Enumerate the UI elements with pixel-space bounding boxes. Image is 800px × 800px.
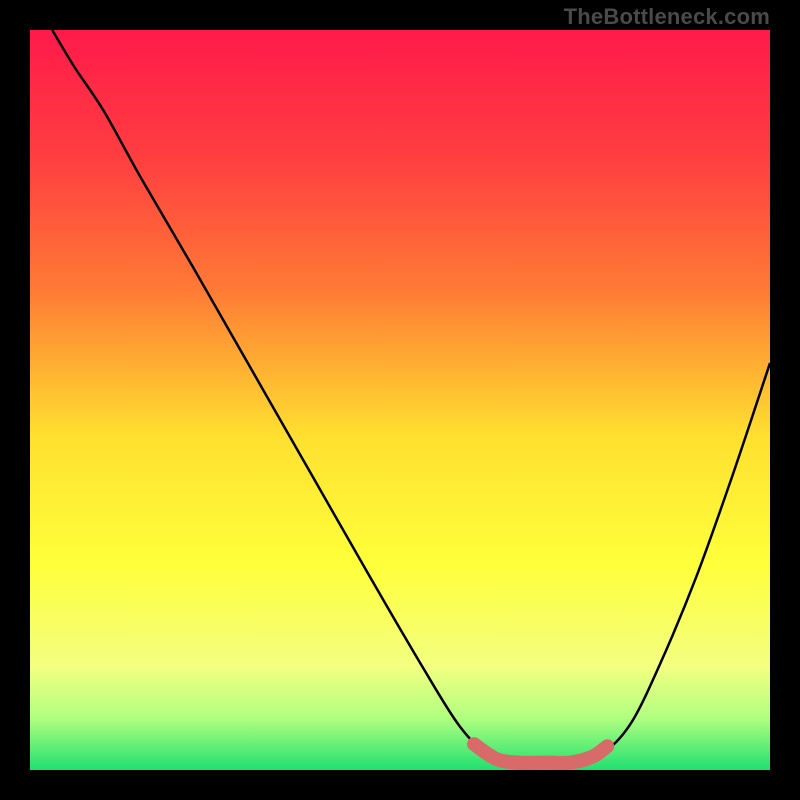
- plot-area: [30, 30, 770, 770]
- chart-container: TheBottleneck.com: [0, 0, 800, 800]
- gradient-background: [30, 30, 770, 770]
- chart-svg: [30, 30, 770, 770]
- watermark-text: TheBottleneck.com: [564, 4, 770, 30]
